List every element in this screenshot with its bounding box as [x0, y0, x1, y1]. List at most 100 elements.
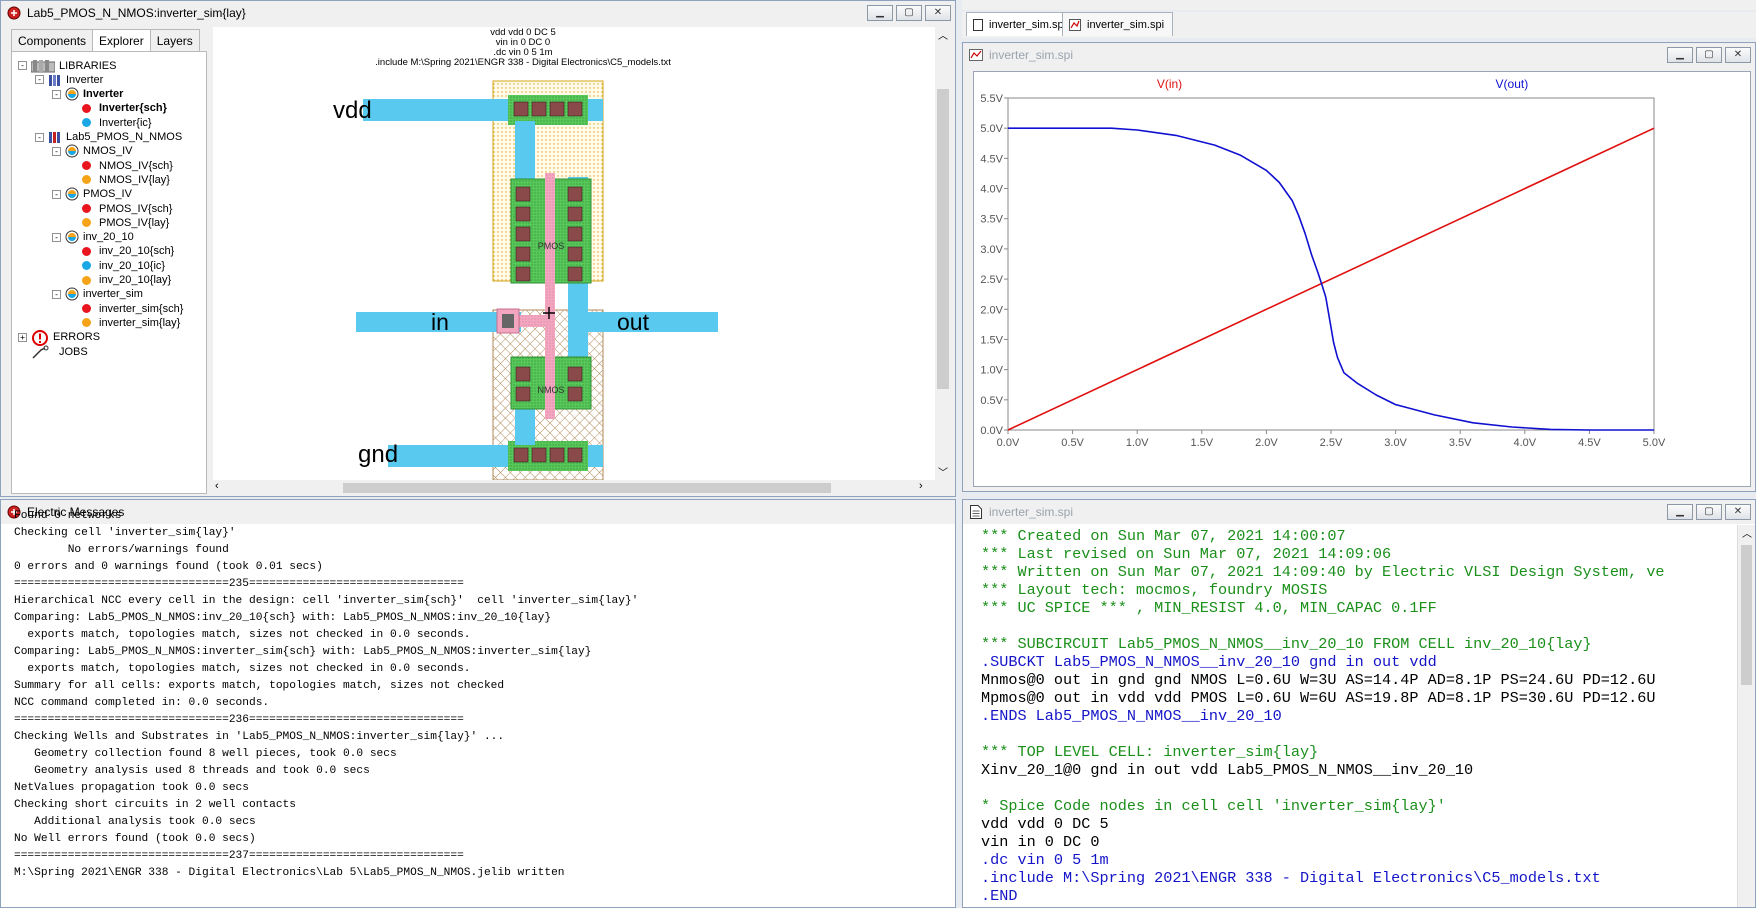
scroll-up-arrow[interactable]: ︿ [1738, 525, 1755, 541]
tree-item-label: PMOS_IV{sch} [99, 202, 173, 215]
collapse-icon[interactable]: - [35, 75, 44, 85]
x-tick-label: 2.0V [1255, 437, 1278, 449]
maximize-button[interactable]: ▢ [1696, 47, 1722, 63]
netlist-line: *** TOP LEVEL CELL: inverter_sim{lay} [981, 743, 1319, 761]
tree-item[interactable]: - Lab5_PMOS_N_NMOS [35, 130, 182, 145]
x-axis-ticks: 0.0V 0.5V 1.0V 1.5V 2.0V 2.5V 3.0V 3.5V 4.0V 4.5V… [997, 430, 1666, 449]
y-axis-ticks: 0.0V 0.5V 1.0V 1.5V 2.0V 2.5V 3.0V 3.5V 4.0V 4.5V… [980, 93, 1008, 437]
minimize-button[interactable]: ▁ [1667, 504, 1693, 520]
layout-hscroll[interactable]: ‹ › [213, 480, 935, 496]
tree-item[interactable]: - inv_20_10 [52, 230, 134, 245]
tree-item[interactable]: - NMOS_IV [52, 144, 133, 159]
tree-item-label: inverter_sim{sch} [99, 302, 184, 315]
netlist-line: .include M:\Spring 2021\ENGR 338 - Digit… [981, 869, 1601, 887]
tree-item[interactable]: inv_20_10{sch} [69, 244, 174, 259]
tab-spice-text[interactable]: inverter_sim.spi [966, 12, 1076, 36]
scroll-left-arrow[interactable]: ‹ [215, 480, 229, 496]
layout-vscroll[interactable]: ︿ ﹀ [935, 27, 951, 480]
collapse-icon[interactable]: - [52, 289, 61, 299]
tab-spice-plot[interactable]: inverter_sim.spi [1062, 12, 1174, 36]
tree-item[interactable]: + ERRORS [18, 330, 100, 347]
contact-cut [513, 101, 529, 117]
netlist-text[interactable]: *** Created on Sun Mar 07, 2021 14:00:07… [981, 527, 1733, 905]
tree-item[interactable]: - LIBRARIES [18, 58, 116, 73]
plot-icon [969, 48, 983, 62]
collapse-icon[interactable]: - [52, 189, 61, 199]
collapse-icon[interactable]: - [35, 132, 44, 142]
vscroll-thumb[interactable] [937, 89, 949, 389]
tree-item[interactable]: inv_20_10{ic} [69, 258, 165, 273]
tab-components[interactable]: Components [11, 29, 94, 51]
message-line: No errors/warnings found [14, 544, 229, 556]
tree-item-label: Lab5_PMOS_N_NMOS [66, 131, 183, 143]
minimize-button[interactable]: ▁ [1667, 47, 1693, 63]
x-tick-label: 4.0V [1513, 437, 1536, 449]
netlist-line: *** Layout tech: mocmos, foundry MOSIS [981, 581, 1328, 599]
netlist-line: Mnmos@0 out in gnd gnd NMOS L=0.6U W=3U … [981, 671, 1656, 689]
tree-item[interactable]: NMOS_IV{sch} [69, 158, 173, 173]
tree-item[interactable]: inv_20_10{lay} [69, 273, 171, 288]
tree-item-label: inverter_sim{lay} [99, 316, 181, 329]
tab-layers[interactable]: Layers [149, 29, 200, 51]
tree-item-label: Inverter{ic} [99, 116, 152, 129]
scroll-right-arrow[interactable]: › [919, 480, 933, 496]
label-vdd: vdd [333, 97, 372, 124]
scroll-down-arrow[interactable]: ﹀ [935, 464, 951, 480]
maximize-button[interactable]: ▢ [1696, 504, 1722, 520]
tree-item-label: NMOS_IV{sch} [99, 159, 173, 172]
maximize-button[interactable]: ▢ [896, 5, 922, 21]
netlist-vscroll[interactable]: ︿ [1737, 525, 1755, 907]
trace-labels[interactable]: V(in) V(out) [1157, 77, 1528, 91]
close-button[interactable]: ✕ [1725, 47, 1751, 63]
vscroll-thumb[interactable] [1741, 545, 1752, 685]
message-line: Additional analysis took 0.0 secs [14, 816, 256, 828]
tree-item[interactable]: - PMOS_IV [52, 187, 132, 202]
plot-area[interactable]: 0.0V 0.5V 1.0V 1.5V 2.0V 2.5V 3.0V 3.5V 4.0V 4.5V… [973, 71, 1751, 487]
tree-item[interactable]: Inverter{ic} [69, 115, 152, 130]
collapse-icon[interactable]: - [52, 146, 61, 156]
tree-item[interactable]: PMOS_IV{lay} [69, 215, 169, 230]
tree-item[interactable]: - Inverter [52, 87, 123, 102]
netlist-title: inverter_sim.spi [989, 505, 1074, 519]
tree-item[interactable]: inverter_sim{sch} [69, 301, 183, 316]
y-tick-label: 4.0V [980, 184, 1003, 196]
expand-icon[interactable]: + [18, 332, 27, 342]
netlist-line: vin in 0 DC 0 [981, 833, 1100, 851]
tree-item[interactable]: inverter_sim{lay} [69, 315, 180, 330]
contact-cut [515, 226, 531, 242]
netlist-line: .END [981, 887, 1018, 905]
message-line: ================================237=====… [14, 850, 464, 862]
tree-item[interactable]: Inverter{sch} [69, 101, 167, 116]
message-line: Summary for all cells: exports match, to… [14, 680, 505, 692]
tree-item[interactable]: - Inverter [35, 72, 103, 87]
netlist-line: .ENDS Lab5_PMOS_N_NMOS__inv_20_10 [981, 707, 1282, 725]
y-tick-label: 2.5V [980, 274, 1003, 286]
tab-explorer[interactable]: Explorer [92, 29, 151, 51]
cell-view-icon [82, 275, 91, 285]
close-button[interactable]: ✕ [925, 5, 951, 21]
message-line: No Well errors found (took 0.0 secs) [14, 833, 256, 845]
collapse-icon[interactable]: - [52, 89, 61, 99]
hscroll-thumb[interactable] [343, 483, 831, 493]
minimize-button[interactable]: ▁ [867, 5, 893, 21]
tree-item-label: PMOS_IV [83, 188, 132, 201]
tree-item-label: inv_20_10{ic} [99, 259, 166, 272]
layout-drawing[interactable]: vdd vdd 0 DC 5 vin in 0 DC 0 .dc vin 0 5… [213, 27, 938, 481]
tree-item[interactable]: - inverter_sim [52, 287, 143, 302]
scroll-up-arrow[interactable]: ︿ [935, 27, 951, 43]
layout-canvas[interactable]: vdd vdd 0 DC 5 vin in 0 DC 0 .dc vin 0 5… [213, 27, 938, 481]
document-icon [973, 18, 983, 31]
close-button[interactable]: ✕ [1725, 504, 1751, 520]
x-tick-label: 0.0V [997, 437, 1020, 449]
x-tick-label: 2.5V [1320, 437, 1343, 449]
message-line: ================================235=====… [14, 578, 464, 590]
tree-item[interactable]: JOBS [18, 344, 88, 359]
netlist-line: .SUBCKT Lab5_PMOS_N_NMOS__inv_20_10 gnd … [981, 653, 1437, 671]
waveform-chart[interactable]: 0.0V 0.5V 1.0V 1.5V 2.0V 2.5V 3.0V 3.5V 4.0V 4.5V… [974, 72, 1750, 486]
contact-cut [515, 386, 531, 402]
tree-item[interactable]: NMOS_IV{lay} [69, 172, 170, 187]
netlist-line: vdd vdd 0 DC 5 [981, 815, 1109, 833]
collapse-icon[interactable]: - [18, 61, 27, 70]
tree-item[interactable]: PMOS_IV{sch} [69, 201, 172, 216]
collapse-icon[interactable]: - [52, 232, 61, 242]
